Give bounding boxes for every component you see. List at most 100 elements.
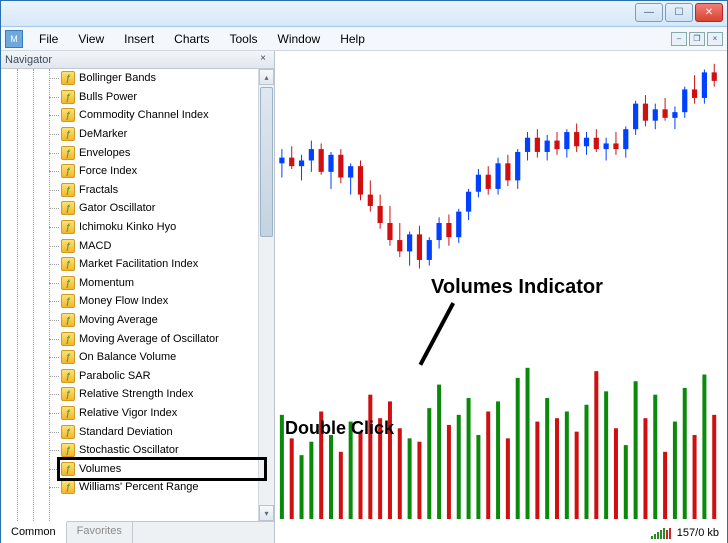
scroll-up-button[interactable]: ▴: [259, 69, 274, 85]
navigator-title: Navigator: [5, 54, 52, 66]
indicator-icon: ƒ: [61, 183, 75, 197]
indicator-label: Stochastic Oscillator: [79, 444, 179, 456]
indicator-label: Market Facilitation Index: [79, 258, 198, 270]
indicator-icon: ƒ: [61, 239, 75, 253]
indicator-item-gator-oscillator[interactable]: ƒ Gator Oscillator: [1, 199, 258, 218]
indicator-label: Williams' Percent Range: [79, 481, 198, 493]
indicator-label: Bulls Power: [79, 91, 137, 103]
indicator-item-money-flow-index[interactable]: ƒMoney Flow Index: [1, 292, 258, 311]
tab-common[interactable]: Common: [1, 521, 67, 543]
indicator-item-bollinger-bands[interactable]: ƒ Bollinger Bands: [1, 69, 258, 88]
indicator-icon: ƒ: [61, 164, 75, 178]
connection-bars-icon: [651, 527, 671, 539]
navigator-header[interactable]: Navigator ×: [1, 51, 274, 69]
indicator-label: Fractals: [79, 184, 118, 196]
indicator-label: MACD: [79, 240, 111, 252]
menubar: M File View Insert Charts Tools Window H…: [1, 27, 727, 51]
menu-file[interactable]: File: [29, 29, 68, 49]
indicator-label: Moving Average of Oscillator: [79, 333, 219, 345]
indicator-icon: ƒ: [61, 71, 75, 85]
chart-area[interactable]: Volumes Indicator Double Click 157/0 kb: [275, 51, 727, 543]
indicator-icon: ƒ: [61, 425, 75, 439]
indicator-item-macd[interactable]: ƒ MACD: [1, 236, 258, 255]
indicator-label: Relative Vigor Index: [79, 407, 177, 419]
menu-help[interactable]: Help: [330, 29, 375, 49]
indicator-item-relative-vigor-index[interactable]: ƒ Relative Vigor Index: [1, 404, 258, 423]
indicator-icon: ƒ: [61, 146, 75, 160]
mdi-close-button[interactable]: ×: [707, 32, 723, 46]
indicator-item-moving-average-of-oscillator[interactable]: ƒ Moving Average of Oscillator: [1, 329, 258, 348]
indicator-icon: ƒ: [61, 350, 75, 364]
indicator-icon: ƒ: [61, 201, 75, 215]
menu-insert[interactable]: Insert: [114, 29, 164, 49]
maximize-button[interactable]: ☐: [665, 3, 693, 22]
indicator-icon: ƒ: [61, 406, 75, 420]
indicator-item-envelopes[interactable]: ƒ Envelopes: [1, 143, 258, 162]
titlebar[interactable]: — ☐ ✕: [1, 1, 727, 27]
mdi-minimize-button[interactable]: –: [671, 32, 687, 46]
indicator-icon: ƒ: [61, 369, 75, 383]
indicator-label: Parabolic SAR: [79, 370, 151, 382]
indicator-label: Moving Average: [79, 314, 158, 326]
indicator-icon: ƒ: [61, 276, 75, 290]
menu-charts[interactable]: Charts: [164, 29, 219, 49]
indicator-item-commodity-channel-index[interactable]: ƒ Commodity Channel Index: [1, 106, 258, 125]
indicator-item-williams-percent-range[interactable]: ƒ Williams' Percent Range: [1, 478, 258, 497]
indicator-label: Commodity Channel Index: [79, 109, 209, 121]
indicator-label: Momentum: [79, 277, 134, 289]
close-button[interactable]: ✕: [695, 3, 723, 22]
indicator-label: Force Index: [79, 165, 137, 177]
indicator-icon: ƒ: [61, 332, 75, 346]
indicator-label: Ichimoku Kinko Hyo: [79, 221, 176, 233]
indicator-icon: ƒ: [61, 220, 75, 234]
indicator-label: Volumes: [79, 463, 121, 475]
indicator-item-ichimoku-kinko-hyo[interactable]: ƒ Ichimoku Kinko Hyo: [1, 218, 258, 237]
indicator-item-fractals[interactable]: ƒ Fractals: [1, 181, 258, 200]
menu-window[interactable]: Window: [268, 29, 331, 49]
indicator-item-on-balance-volume[interactable]: ƒOn Balance Volume: [1, 348, 258, 367]
menu-view[interactable]: View: [68, 29, 114, 49]
app-icon: M: [5, 30, 23, 48]
menu-tools[interactable]: Tools: [220, 29, 268, 49]
indicator-label: Bollinger Bands: [79, 72, 156, 84]
indicator-icon: ƒ: [61, 294, 75, 308]
navigator-tree: ƒ Bollinger Bands ƒ Bulls Power ƒ Commodity C…: [1, 69, 274, 521]
indicator-item-momentum[interactable]: ƒ Momentum: [1, 274, 258, 293]
scroll-thumb[interactable]: [260, 87, 273, 237]
indicator-item-demarker[interactable]: ƒDeMarker: [1, 125, 258, 144]
indicator-icon: ƒ: [61, 462, 75, 476]
indicator-label: Relative Strength Index: [79, 388, 193, 400]
navigator-tabs: Common Favorites: [1, 521, 274, 543]
indicator-item-volumes[interactable]: ƒ Volumes: [1, 459, 258, 478]
mdi-controls: – ❐ ×: [671, 32, 723, 46]
scroll-down-button[interactable]: ▾: [259, 505, 274, 521]
client-area: Navigator × ƒ Bollinger Bands ƒ Bulls Power…: [1, 51, 727, 543]
indicator-item-market-facilitation-index[interactable]: ƒ Market Facilitation Index: [1, 255, 258, 274]
indicator-item-parabolic-sar[interactable]: ƒ Parabolic SAR: [1, 367, 258, 386]
indicator-item-stochastic-oscillator[interactable]: ƒStochastic Oscillator: [1, 441, 258, 460]
navigator-panel: Navigator × ƒ Bollinger Bands ƒ Bulls Power…: [1, 51, 275, 543]
indicator-item-force-index[interactable]: ƒ Force Index: [1, 162, 258, 181]
indicator-item-bulls-power[interactable]: ƒ Bulls Power: [1, 88, 258, 107]
window-controls: — ☐ ✕: [635, 3, 723, 22]
indicator-icon: ƒ: [61, 480, 75, 494]
indicator-icon: ƒ: [61, 313, 75, 327]
minimize-button[interactable]: —: [635, 3, 663, 22]
indicator-icon: ƒ: [61, 108, 75, 122]
indicator-icon: ƒ: [61, 257, 75, 271]
indicator-item-moving-average[interactable]: ƒ Moving Average: [1, 311, 258, 330]
indicator-icon: ƒ: [61, 387, 75, 401]
candlestick-chart[interactable]: [275, 51, 727, 543]
indicator-icon: ƒ: [61, 90, 75, 104]
app-window: — ☐ ✕ M File View Insert Charts Tools Wi…: [0, 0, 728, 543]
indicator-item-standard-deviation[interactable]: ƒ Standard Deviation: [1, 422, 258, 441]
navigator-scrollbar[interactable]: ▴ ▾: [258, 69, 274, 521]
indicator-item-relative-strength-index[interactable]: ƒ Relative Strength Index: [1, 385, 258, 404]
indicator-label: Envelopes: [79, 147, 130, 159]
indicator-label: Standard Deviation: [79, 426, 173, 438]
status-kb: 157/0 kb: [677, 527, 719, 539]
indicator-label: Gator Oscillator: [79, 202, 155, 214]
navigator-close-button[interactable]: ×: [256, 53, 270, 67]
mdi-restore-button[interactable]: ❐: [689, 32, 705, 46]
tab-favorites[interactable]: Favorites: [67, 522, 133, 543]
